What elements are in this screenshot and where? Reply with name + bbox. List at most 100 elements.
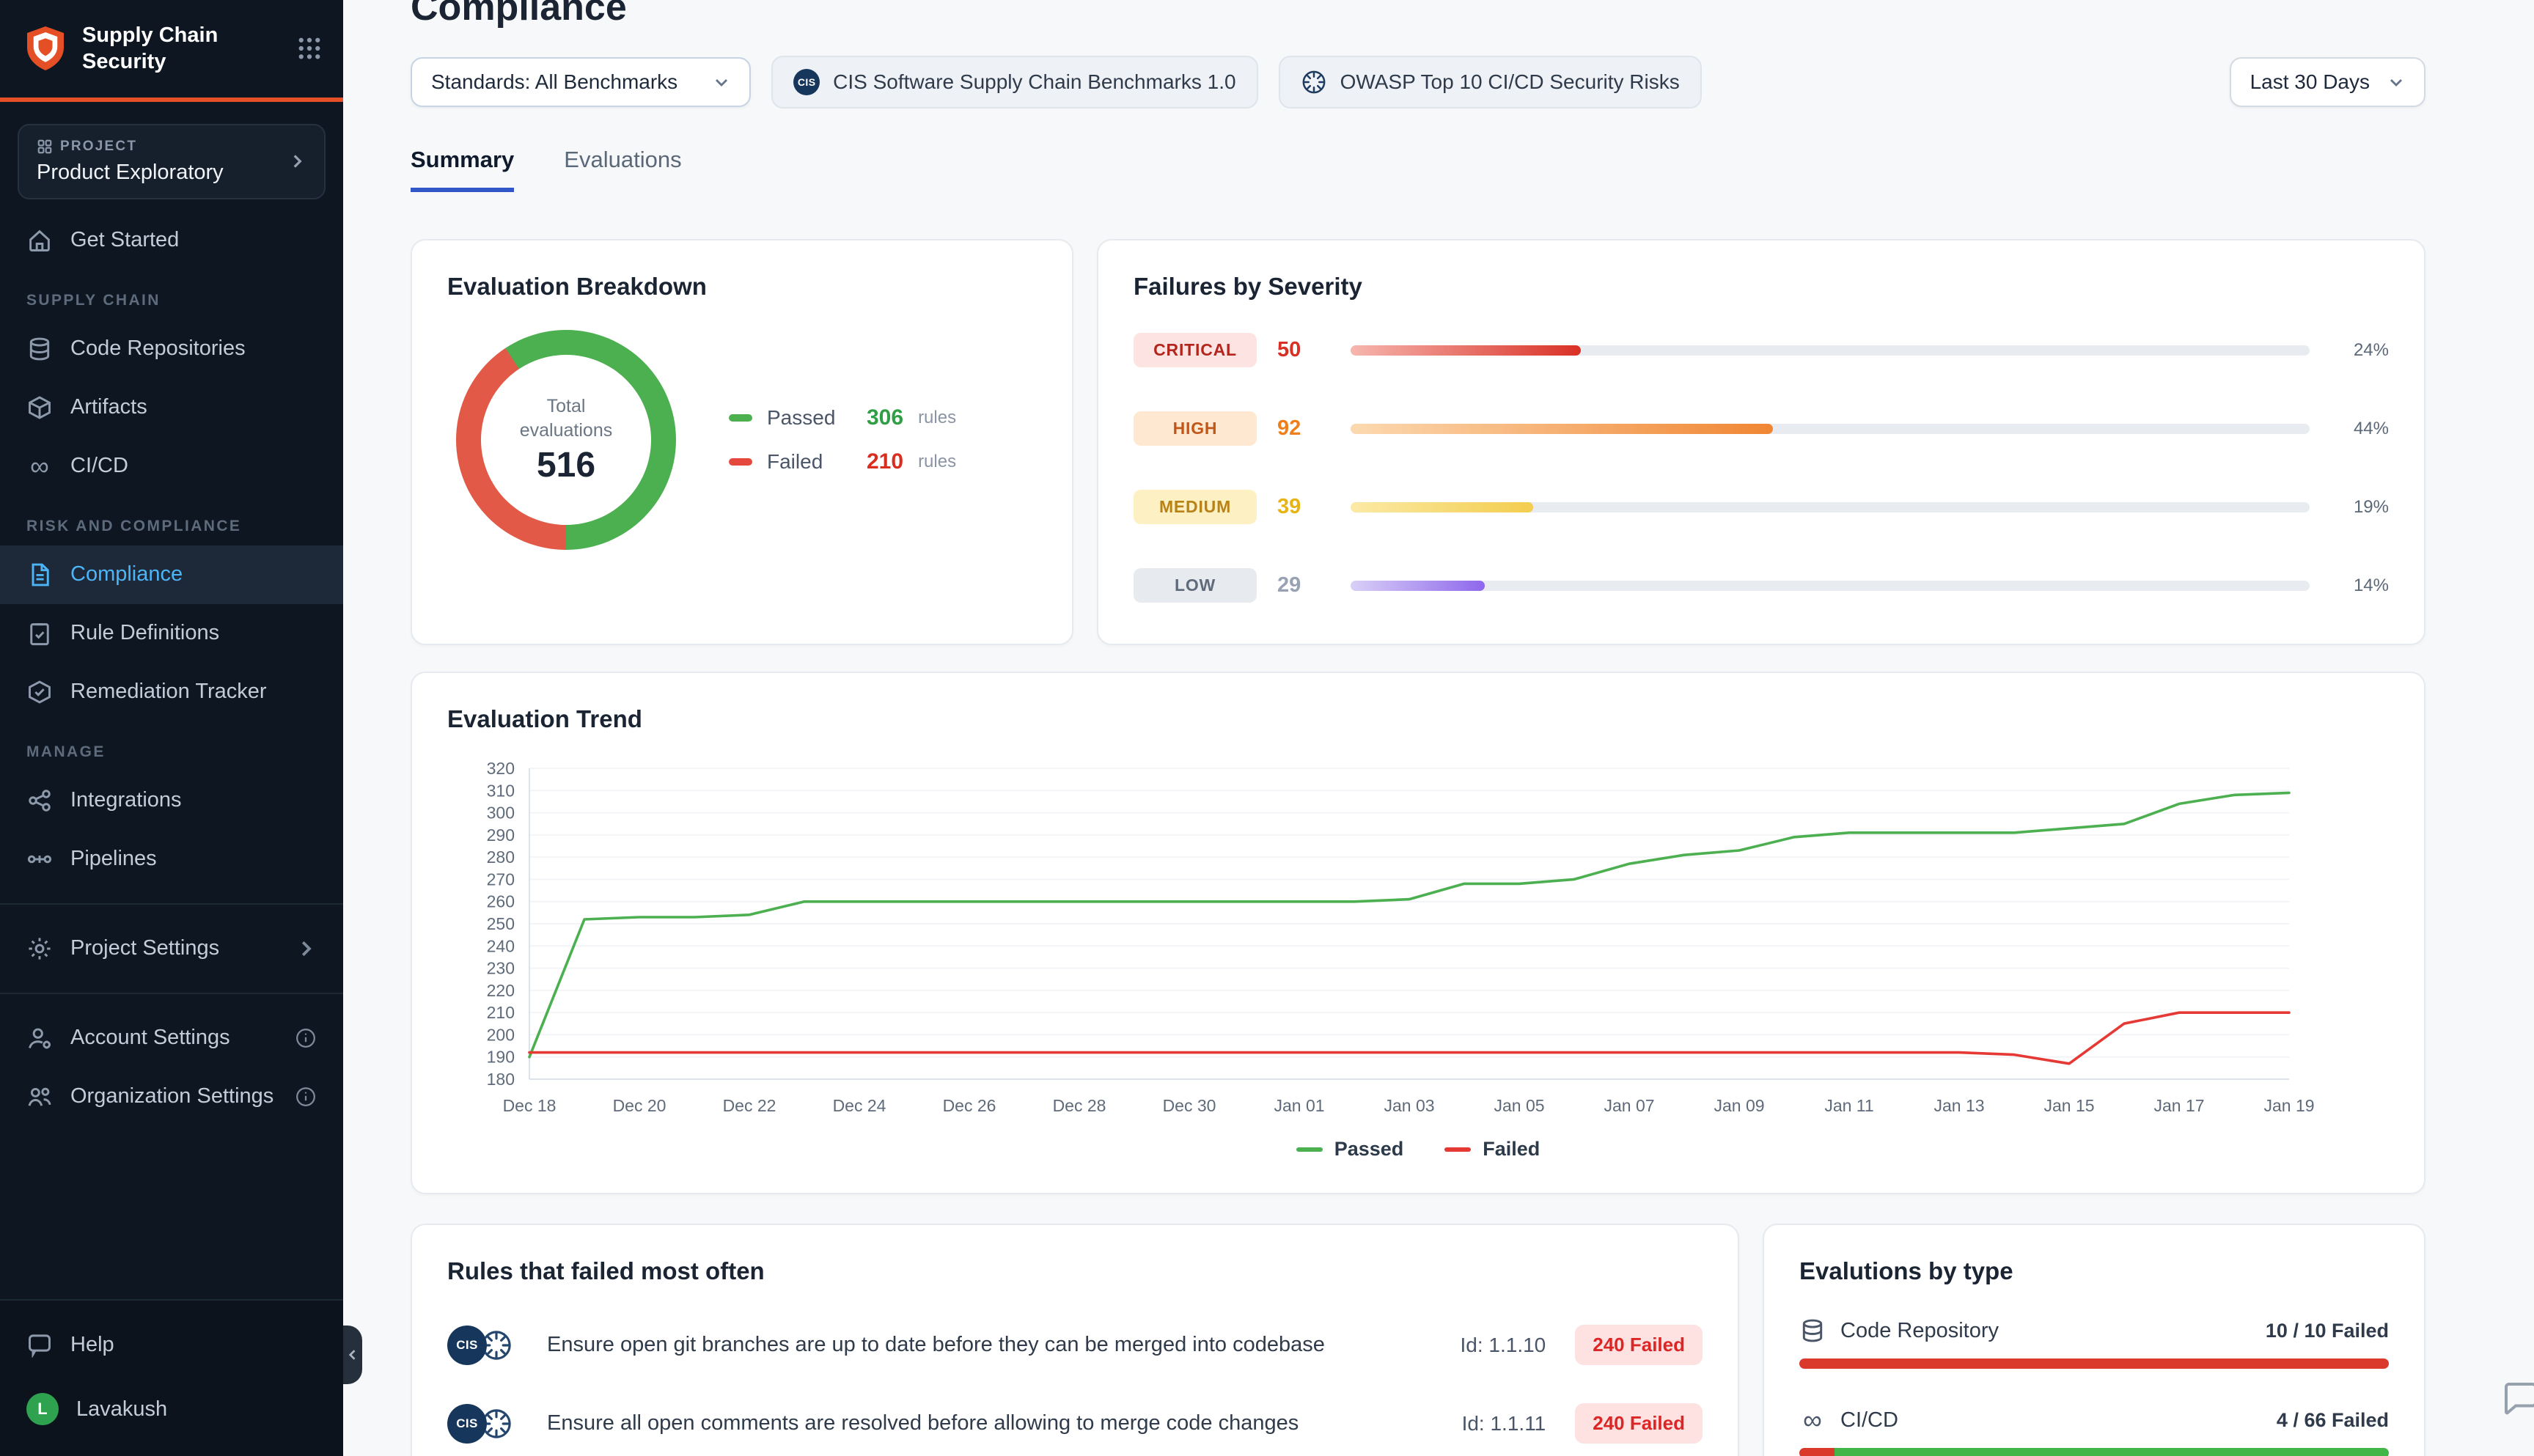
svg-text:Jan 05: Jan 05	[1494, 1096, 1544, 1115]
severity-row: LOW2914%	[1134, 568, 2389, 603]
page-title: Compliance	[411, 0, 2425, 28]
svg-text:Dec 18: Dec 18	[503, 1096, 557, 1115]
brand-line1: Supply Chain	[82, 22, 218, 48]
gear-icon	[26, 935, 53, 962]
filter-row: Standards: All Benchmarks CIS CIS Softwa…	[411, 56, 2425, 109]
avatar: L	[26, 1393, 59, 1425]
breakdown-legend: Passed306rules Failed 210 rules	[729, 386, 956, 493]
legend-label: Failed	[1483, 1138, 1540, 1161]
severity-count: 50	[1277, 338, 1330, 362]
svg-text:180: 180	[487, 1070, 515, 1089]
sidebar-item-remediation-tracker[interactable]: Remediation Tracker	[0, 663, 343, 721]
svg-text:290: 290	[487, 826, 515, 845]
rule-text: Ensure open git branches are up to date …	[547, 1333, 1437, 1357]
svg-text:Jan 13: Jan 13	[1933, 1096, 1984, 1115]
project-selector[interactable]: PROJECT Product Exploratory	[18, 124, 326, 199]
svg-text:Jan 09: Jan 09	[1714, 1096, 1764, 1115]
sidebar-item-account-settings[interactable]: Account Settings	[0, 1009, 343, 1067]
sidebar-item-pipelines[interactable]: Pipelines	[0, 830, 343, 889]
svg-text:Dec 28: Dec 28	[1053, 1096, 1106, 1115]
type-progress-bar	[1799, 1358, 2389, 1369]
users-icon	[26, 1084, 53, 1110]
tab-summary[interactable]: Summary	[411, 147, 514, 192]
project-label-row: PROJECT	[37, 139, 224, 155]
date-range-dropdown[interactable]: Last 30 Days	[2230, 57, 2425, 107]
sidebar-item-compliance[interactable]: Compliance	[0, 545, 343, 604]
svg-text:Jan 15: Jan 15	[2043, 1096, 2094, 1115]
failed-segment	[1799, 1448, 1835, 1456]
severity-bar-fill	[1351, 581, 1485, 591]
evaluation-types-list: Code Repository10 / 10 Failed ∞CI/CD4 / 6…	[1799, 1317, 2389, 1456]
rule-id: Id: 1.1.11	[1462, 1412, 1546, 1435]
cis-icon: CIS	[447, 1326, 487, 1365]
legend-value: 210	[867, 449, 903, 474]
evaluation-breakdown-card: Evaluation Breakdown Total evaluations 5…	[411, 239, 1073, 645]
legend-unit: rules	[918, 408, 956, 428]
project-icon	[37, 139, 53, 155]
severity-bar	[1351, 502, 2310, 512]
chip-label: CIS Software Supply Chain Benchmarks 1.0	[833, 70, 1235, 94]
sidebar-nav: Get StartedSUPPLY CHAINCode Repositories…	[0, 211, 343, 889]
evaluations-donut-chart: Total evaluations 516	[456, 330, 676, 550]
sidebar-item-label: Project Settings	[70, 936, 219, 960]
chevron-right-icon	[295, 938, 317, 960]
legend-line	[1296, 1147, 1323, 1152]
benchmark-chip-cis[interactable]: CIS CIS Software Supply Chain Benchmarks…	[771, 56, 1257, 109]
svg-text:Jan 19: Jan 19	[2263, 1096, 2314, 1115]
sidebar-footer: Help L Lavakush	[0, 1299, 343, 1456]
sidebar-collapse-handle[interactable]	[343, 1326, 362, 1384]
svg-text:270: 270	[487, 869, 515, 889]
benchmark-chip-owasp[interactable]: OWASP Top 10 CI/CD Security Risks	[1279, 56, 1702, 109]
severity-percent: 44%	[2330, 419, 2389, 439]
severity-bar	[1351, 581, 2310, 591]
type-progress-bar	[1799, 1448, 2389, 1456]
tab-evaluations[interactable]: Evaluations	[564, 147, 681, 192]
breakdown-legend-item: Passed306rules	[729, 405, 956, 430]
severity-row: HIGH9244%	[1134, 411, 2389, 446]
svg-text:200: 200	[487, 1025, 515, 1044]
type-head: ∞CI/CD4 / 66 Failed	[1799, 1407, 2389, 1433]
rule-row[interactable]: CISEnsure all open comments are resolved…	[447, 1384, 1703, 1456]
chat-bubble-icon[interactable]	[2499, 1377, 2534, 1421]
rule-id: Id: 1.1.10	[1461, 1334, 1546, 1357]
svg-text:Dec 22: Dec 22	[723, 1096, 776, 1115]
svg-text:Jan 11: Jan 11	[1824, 1096, 1873, 1115]
svg-text:250: 250	[487, 914, 515, 933]
sidebar-item-rule-definitions[interactable]: Rule Definitions	[0, 604, 343, 663]
sidebar-item-label: CI/CD	[70, 454, 128, 478]
sidebar-item-organization-settings[interactable]: Organization Settings	[0, 1067, 343, 1126]
evaluation-trend-card: Evaluation Trend 18019020021022023024025…	[411, 672, 2425, 1194]
sidebar-item-artifacts[interactable]: Artifacts	[0, 378, 343, 437]
severity-bar-fill	[1351, 345, 1581, 356]
legend-unit: rules	[918, 452, 956, 472]
sidebar-item-get-started[interactable]: Get Started	[0, 211, 343, 270]
user-gear-icon	[26, 1025, 53, 1051]
card-title: Evalutions by type	[1799, 1257, 2389, 1285]
evaluation-type-row: ∞CI/CD4 / 66 Failed	[1799, 1407, 2389, 1456]
svg-text:220: 220	[487, 981, 515, 1000]
severity-bar	[1351, 424, 2310, 434]
apps-grid-icon[interactable]	[296, 35, 323, 62]
failed-segment	[1799, 1358, 2389, 1369]
brand-title: Supply Chain Security	[82, 22, 218, 76]
user-menu[interactable]: L Lavakush	[0, 1377, 343, 1441]
rule-failed-badge: 240 Failed	[1575, 1325, 1703, 1365]
sidebar-item-label: Get Started	[70, 228, 179, 252]
sidebar-item-code-repositories[interactable]: Code Repositories	[0, 320, 343, 378]
sidebar-account-section: Account SettingsOrganization Settings	[0, 1009, 343, 1126]
svg-text:280: 280	[487, 848, 515, 867]
bottom-cards-row: Rules that failed most often CISEnsure o…	[411, 1224, 2425, 1456]
sidebar-item-ci-cd[interactable]: ∞CI/CD	[0, 437, 343, 496]
sidebar-item-help[interactable]: Help	[0, 1312, 343, 1377]
evaluation-type-row: Code Repository10 / 10 Failed	[1799, 1317, 2389, 1369]
svg-text:230: 230	[487, 959, 515, 978]
legend-name: Failed	[767, 450, 852, 474]
standards-dropdown[interactable]: Standards: All Benchmarks	[411, 57, 751, 107]
sidebar-item-integrations[interactable]: Integrations	[0, 771, 343, 830]
rules-icon	[26, 620, 53, 647]
svg-text:Jan 01: Jan 01	[1274, 1096, 1324, 1115]
type-name: Code Repository	[1840, 1319, 1999, 1343]
project-label: PROJECT	[60, 139, 137, 155]
rule-row[interactable]: CIS Ensure open git branches are up to da…	[447, 1306, 1703, 1384]
sidebar-item-project-settings[interactable]: Project Settings	[0, 919, 343, 978]
